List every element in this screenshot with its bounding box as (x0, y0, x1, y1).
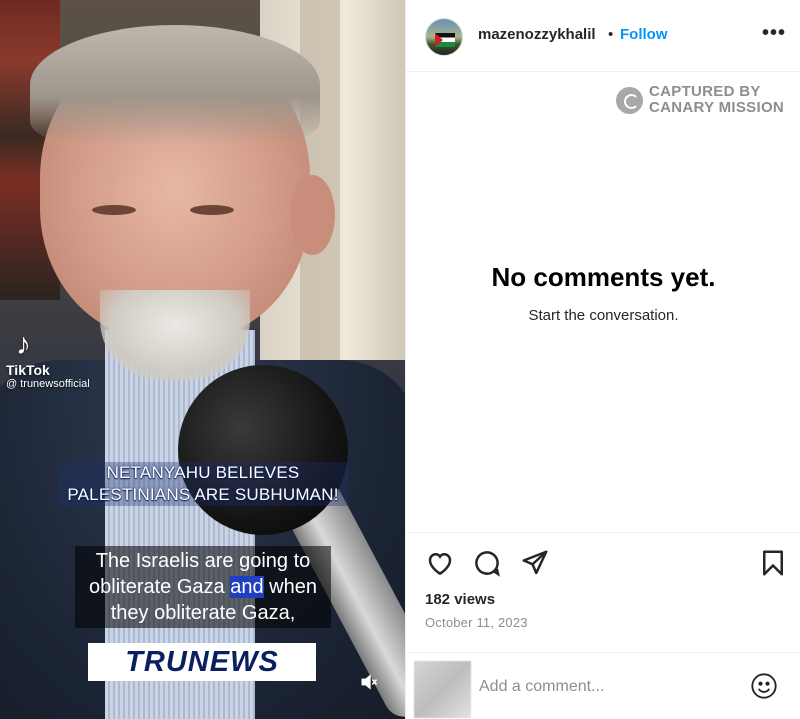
speaker-eye-right (190, 205, 234, 215)
post-date[interactable]: October 11, 2023 (425, 615, 528, 630)
comment-input[interactable] (479, 675, 739, 699)
speaker-ear (290, 175, 335, 255)
tiktok-handle: @ trunewsofficial (6, 378, 90, 390)
views-count[interactable]: 182 views (425, 591, 495, 608)
avatar[interactable] (425, 18, 463, 56)
canary-mission-watermark: CAPTURED BY CANARY MISSION (616, 84, 791, 120)
subtitle-line-3: they obliterate Gaza, (110, 602, 296, 624)
heart-icon[interactable] (425, 548, 457, 580)
watermark-line-1: CAPTURED BY (649, 83, 761, 100)
trunews-logo-part: TRU (125, 646, 188, 678)
follow-button[interactable]: Follow (620, 26, 668, 43)
flag-icon (435, 33, 455, 47)
separator-dot: • (608, 26, 614, 43)
emoji-icon[interactable] (750, 672, 780, 702)
headline-line-2: PALESTINIANS ARE SUBHUMAN! (67, 485, 339, 504)
tiktok-brand-text: TikTok (6, 362, 50, 378)
watermark-line-2: CANARY MISSION (649, 99, 785, 116)
speaker-beard (100, 290, 250, 380)
tiktok-watermark: ♪ TikTok @ trunewsofficial (6, 328, 90, 391)
add-comment-row (406, 652, 800, 719)
subtitle-text: when (263, 576, 317, 598)
share-icon[interactable] (520, 548, 552, 580)
trunews-logo: TRUNEWS (88, 643, 316, 681)
subtitle-highlight: and (230, 576, 264, 598)
post-panel: mazenozzykhalil • Follow ••• CAPTURED BY… (405, 0, 800, 719)
tiktok-logo-icon: ♪ (16, 328, 31, 361)
speaker-eye-left (92, 205, 136, 215)
headline-line-1: NETANYAHU BELIEVES (106, 463, 300, 482)
post-header: mazenozzykhalil • Follow ••• (406, 0, 800, 72)
subtitle-line-2: obliterate Gaza and when (77, 574, 329, 600)
subtitle-text: obliterate Gaza (89, 576, 231, 598)
post-video[interactable]: ♪ TikTok @ trunewsofficial NETANYAHU BEL… (0, 0, 405, 719)
no-comments-title: No comments yet. (491, 262, 716, 292)
speaker-muted-icon[interactable] (358, 672, 380, 694)
watermark-text: CAPTURED BY CANARY MISSION (649, 84, 784, 116)
canary-logo-icon (616, 87, 643, 114)
video-subtitle: The Israelis are going to obliterate Gaz… (75, 546, 331, 628)
trunews-logo-part: NEWS (187, 646, 279, 678)
bookmark-icon[interactable] (758, 548, 790, 580)
headline-caption: NETANYAHU BELIEVES PALESTINIANS ARE SUBH… (58, 462, 348, 506)
avatar (414, 661, 471, 718)
comment-icon[interactable] (472, 548, 504, 580)
no-comments-subtitle: Start the conversation. (528, 307, 679, 324)
more-options-icon[interactable]: ••• (762, 22, 786, 45)
username-link[interactable]: mazenozzykhalil (478, 26, 596, 43)
subtitle-line-1: The Israelis are going to (95, 550, 311, 572)
speaker-hair (30, 25, 320, 145)
